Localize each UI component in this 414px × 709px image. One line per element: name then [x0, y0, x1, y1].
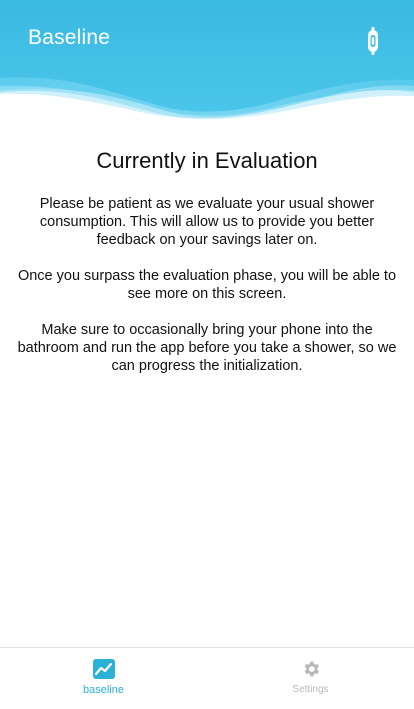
evaluation-paragraph-3: Make sure to occasionally bring your pho… — [17, 322, 397, 374]
evaluation-paragraph-2: Once you surpass the evaluation phase, y… — [17, 268, 397, 302]
evaluation-content: Currently in Evaluation Please be patien… — [0, 148, 414, 393]
evaluation-paragraph-1: Please be patient as we evaluate your us… — [39, 196, 375, 248]
page-title: Currently in Evaluation — [96, 148, 318, 173]
shower-device-icon[interactable] — [366, 27, 380, 55]
nav-item-baseline[interactable]: baseline — [0, 648, 207, 709]
app-header: Baseline — [0, 0, 414, 122]
nav-label-settings: Settings — [292, 684, 329, 695]
header-wave-background — [0, 0, 414, 120]
header-title: Baseline — [28, 26, 111, 49]
gear-icon — [304, 661, 319, 677]
nav-label-baseline: baseline — [83, 684, 124, 696]
chart-icon — [92, 659, 115, 679]
bottom-navigation: baseline Settings — [0, 647, 414, 709]
nav-item-settings[interactable]: Settings — [207, 648, 414, 709]
